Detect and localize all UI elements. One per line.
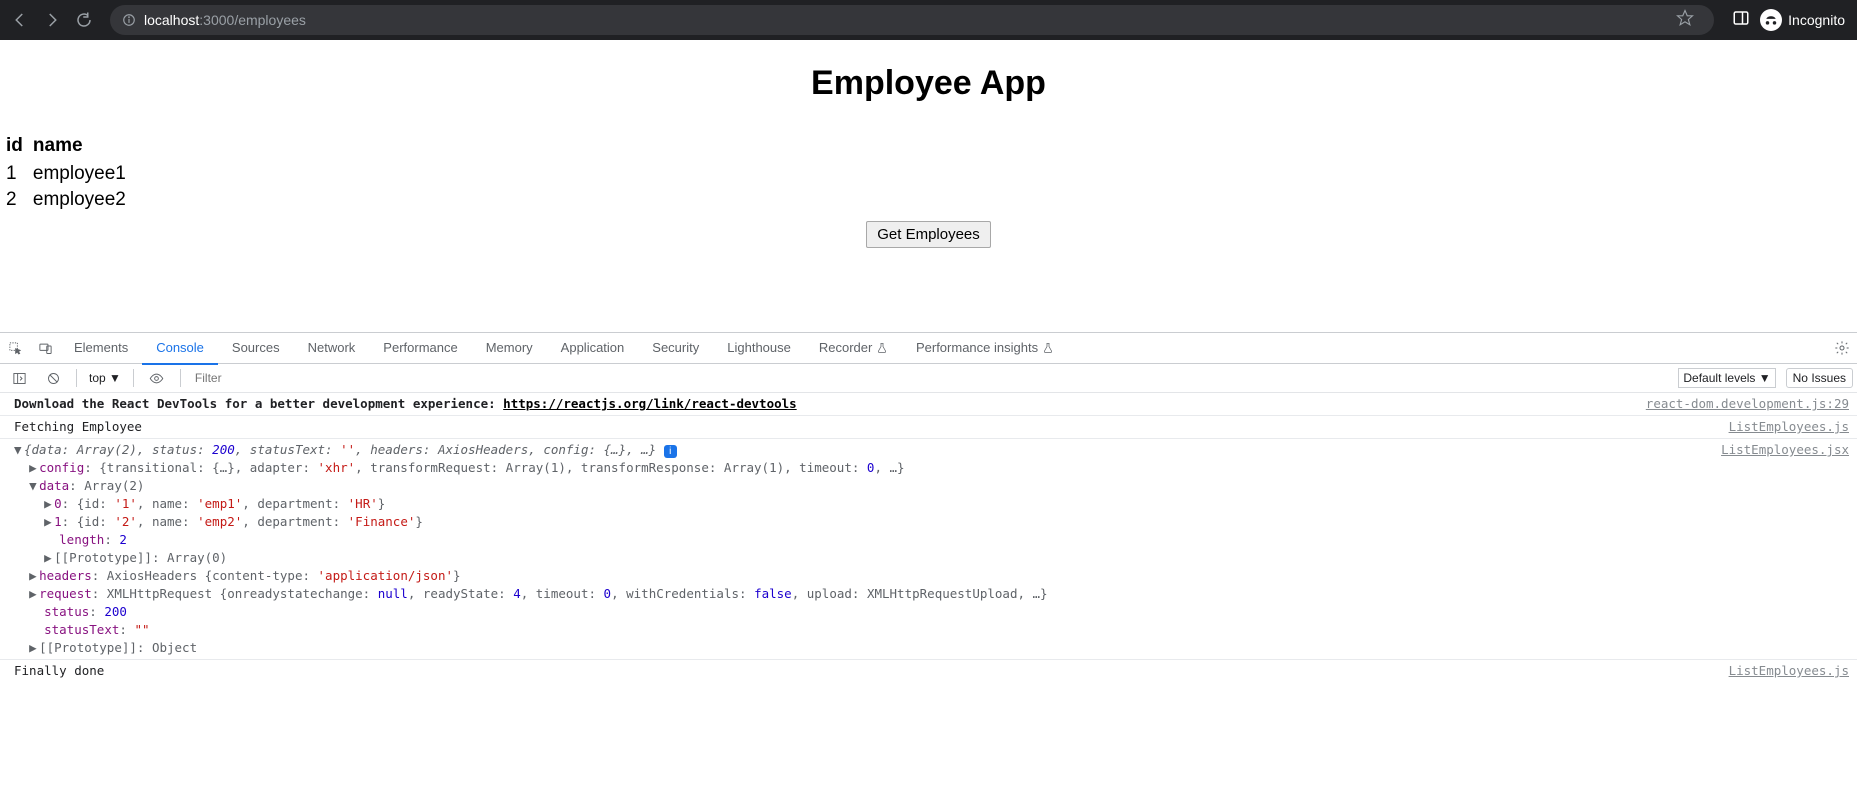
- devtools-tab-sources[interactable]: Sources: [218, 333, 294, 363]
- table-row: 2 employee2: [6, 187, 136, 213]
- flask-icon: [876, 333, 888, 363]
- react-devtools-link[interactable]: https://reactjs.org/link/react-devtools: [503, 396, 797, 411]
- console-filter-input[interactable]: [189, 367, 1674, 389]
- table-row: 1 employee1: [6, 161, 136, 187]
- issues-indicator[interactable]: No Issues: [1786, 368, 1853, 388]
- devtools-tab-recorder[interactable]: Recorder: [805, 333, 902, 363]
- arrow-left-icon: [11, 11, 29, 29]
- devtools-tab-memory[interactable]: Memory: [472, 333, 547, 363]
- side-panel-button[interactable]: [1732, 9, 1750, 32]
- device-icon: [38, 341, 53, 356]
- incognito-indicator[interactable]: Incognito: [1760, 9, 1845, 31]
- cell-name: employee1: [33, 161, 136, 187]
- device-toggle-button[interactable]: [30, 333, 60, 363]
- devtools-panel: ElementsConsoleSourcesNetworkPerformance…: [0, 332, 1857, 682]
- devtools-tab-security[interactable]: Security: [638, 333, 713, 363]
- inspect-icon: [8, 341, 23, 356]
- log-object[interactable]: ListEmployees.jsx ▼{data: Array(2), stat…: [0, 439, 1857, 660]
- log-levels-selector[interactable]: Default levels ▼: [1678, 368, 1775, 388]
- devtools-tabbar: ElementsConsoleSourcesNetworkPerformance…: [0, 333, 1857, 364]
- address-bar[interactable]: localhost:3000/employees: [110, 5, 1714, 35]
- reload-icon: [75, 11, 93, 29]
- info-badge-icon: i: [664, 445, 677, 458]
- browser-toolbar: localhost:3000/employees Incognito: [0, 0, 1857, 40]
- employees-table: id name 1 employee1 2 employee2: [6, 131, 136, 213]
- forward-button[interactable]: [38, 6, 66, 34]
- cell-id: 2: [6, 187, 33, 213]
- source-link[interactable]: ListEmployees.js: [1729, 662, 1857, 680]
- devtools-tab-elements[interactable]: Elements: [60, 333, 142, 363]
- clear-icon: [46, 371, 61, 386]
- incognito-label: Incognito: [1788, 12, 1845, 28]
- page-content: Employee App id name 1 employee1 2 emplo…: [0, 64, 1857, 248]
- gear-icon: [1834, 340, 1850, 356]
- log-line[interactable]: Fetching Employee ListEmployees.js: [0, 416, 1857, 439]
- reload-button[interactable]: [70, 6, 98, 34]
- get-employees-button[interactable]: Get Employees: [866, 221, 991, 248]
- source-link[interactable]: ListEmployees.jsx: [1721, 441, 1857, 459]
- devtools-tab-application[interactable]: Application: [547, 333, 639, 363]
- flask-icon: [1042, 333, 1054, 363]
- cell-id: 1: [6, 161, 33, 187]
- bookmark-button[interactable]: [1676, 9, 1702, 32]
- info-icon: [122, 13, 136, 27]
- devtools-tab-performance-insights[interactable]: Performance insights: [902, 333, 1068, 363]
- devtools-tab-performance[interactable]: Performance: [369, 333, 471, 363]
- live-expression-button[interactable]: [142, 363, 172, 393]
- url-text: localhost:3000/employees: [144, 12, 306, 28]
- col-header-id: id: [6, 131, 33, 161]
- console-toolbar: top ▼ Default levels ▼ No Issues: [0, 364, 1857, 393]
- devtools-settings-button[interactable]: [1827, 340, 1857, 356]
- col-header-name: name: [33, 131, 136, 161]
- devtools-tab-console[interactable]: Console: [142, 333, 218, 365]
- source-link[interactable]: react-dom.development.js:29: [1646, 395, 1857, 413]
- cell-name: employee2: [33, 187, 136, 213]
- page-title: Employee App: [0, 64, 1857, 103]
- source-link[interactable]: ListEmployees.js: [1729, 418, 1857, 436]
- incognito-icon: [1760, 9, 1782, 31]
- panel-icon: [1732, 9, 1750, 27]
- clear-console-button[interactable]: [38, 363, 68, 393]
- context-selector[interactable]: top ▼: [85, 369, 125, 387]
- log-line[interactable]: Download the React DevTools for a better…: [0, 393, 1857, 416]
- back-button[interactable]: [6, 6, 34, 34]
- devtools-tab-network[interactable]: Network: [294, 333, 370, 363]
- inspect-element-button[interactable]: [0, 333, 30, 363]
- console-log: Download the React DevTools for a better…: [0, 393, 1857, 682]
- sidebar-icon: [12, 371, 27, 386]
- star-icon: [1676, 9, 1694, 27]
- devtools-tab-lighthouse[interactable]: Lighthouse: [713, 333, 805, 363]
- toggle-sidebar-button[interactable]: [4, 363, 34, 393]
- arrow-right-icon: [43, 11, 61, 29]
- eye-icon: [149, 371, 164, 386]
- log-line[interactable]: Finally done ListEmployees.js: [0, 660, 1857, 682]
